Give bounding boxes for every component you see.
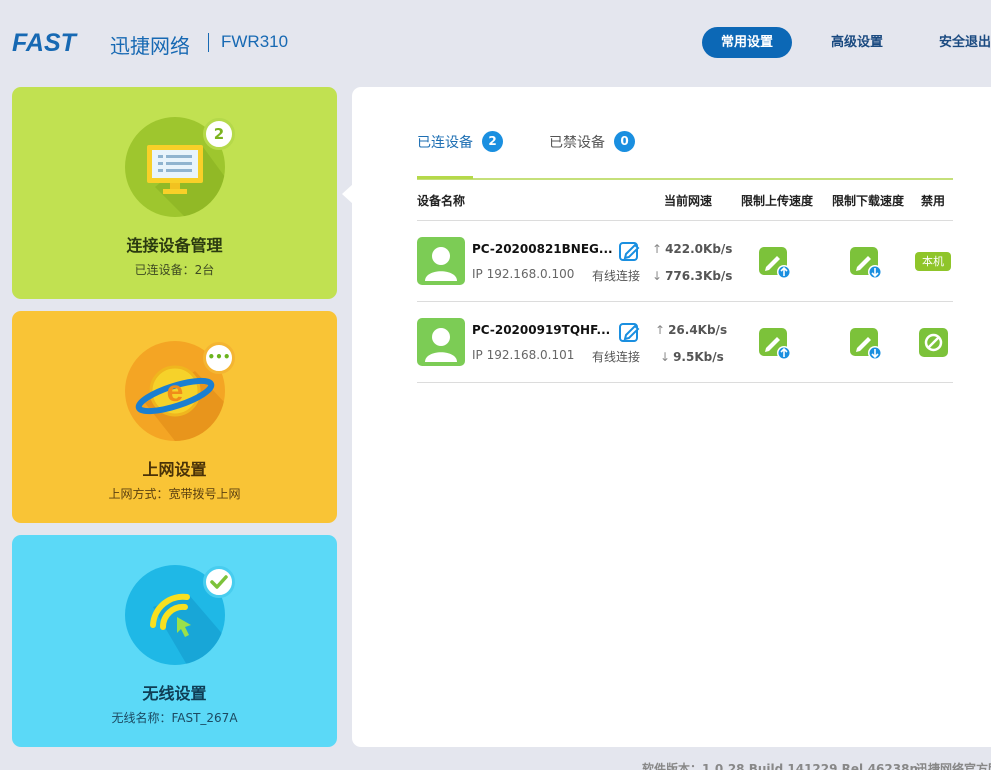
arrow-up-icon: ↑ (655, 323, 666, 337)
internet-settings-card[interactable]: e ••• 上网设置 上网方式：宽带拨号上网 (12, 311, 337, 523)
header-current-speed: 当前网速 (664, 194, 713, 208)
card-subtitle: 上网方式：宽带拨号上网 (108, 487, 241, 501)
connection-type: 有线连接 (592, 350, 641, 364)
nav-common-settings-button[interactable]: 常用设置 (702, 27, 792, 58)
device-name: PC-20200821BNEG... (472, 242, 613, 256)
arrow-up-icon: ↑ (652, 242, 663, 256)
card-subtitle: 无线名称：FAST_267A (111, 711, 238, 725)
download-speed: ↓ 776.3Kb/s (652, 269, 732, 283)
row-divider (417, 301, 953, 302)
card-title: 上网设置 (142, 460, 207, 479)
svg-text:e: e (167, 375, 184, 408)
connection-type: 有线连接 (592, 269, 641, 283)
nav-logout-button[interactable]: 安全退出 (924, 27, 991, 58)
user-avatar-icon (417, 237, 465, 285)
software-version: 软件版本：1.0.28 Build 141229 Rel.46238n (642, 762, 918, 770)
brand-divider (208, 33, 209, 52)
upload-limit-icon[interactable] (759, 328, 791, 360)
download-limit-icon[interactable] (850, 247, 882, 279)
card-title: 连接设备管理 (126, 236, 223, 255)
more-dots-badge: ••• (203, 342, 235, 374)
upload-limit-icon[interactable] (759, 247, 791, 279)
user-avatar-icon (417, 318, 465, 366)
upload-speed-value: 26.4Kb/s (668, 323, 728, 337)
connected-devices-card[interactable]: 2 连接设备管理 已连设备：2台 (12, 87, 337, 299)
download-speed: ↓ 9.5Kb/s (660, 350, 724, 364)
edit-name-icon[interactable] (618, 321, 640, 343)
tab-count-badge: 0 (614, 131, 635, 152)
header-download-limit: 限制下载速度 (832, 194, 905, 208)
tab-rule (417, 178, 953, 180)
table-row: PC-20200919TQHF... IP 192.168.0.101 有线连接… (417, 318, 953, 398)
download-limit-icon[interactable] (850, 328, 882, 360)
device-ip: IP 192.168.0.101 (472, 348, 575, 362)
check-icon (203, 566, 235, 598)
tab-label: 已禁设备 (549, 134, 605, 151)
table-row: PC-20200821BNEG... IP 192.168.0.100 有线连接… (417, 237, 953, 317)
tab-banned-devices[interactable]: 已禁设备 0 (549, 131, 635, 152)
upload-speed: ↑ 422.0Kb/s (652, 242, 732, 256)
header-upload-limit: 限制上传速度 (741, 194, 814, 208)
upload-speed: ↑ 26.4Kb/s (655, 323, 727, 337)
card-subtitle: 已连设备：2台 (134, 263, 215, 277)
card-title: 无线设置 (142, 684, 207, 703)
device-name: PC-20200919TQHF... (472, 323, 611, 337)
tab-active-underline (417, 176, 473, 179)
router-model: FWR310 (221, 32, 289, 51)
edit-name-icon[interactable] (618, 240, 640, 262)
tab-label: 已连设备 (417, 134, 473, 151)
brand-name: 迅捷网络 (110, 34, 190, 58)
wireless-settings-card[interactable]: 无线设置 无线名称：FAST_267A (12, 535, 337, 747)
official-site-link[interactable]: 迅捷网络官方网 (916, 760, 991, 770)
header-device-name: 设备名称 (417, 194, 466, 208)
row-divider (417, 382, 953, 383)
local-device-badge: 本机 (915, 252, 951, 271)
connected-count-badge: 2 (203, 118, 235, 150)
nav-advanced-settings-button[interactable]: 高级设置 (813, 27, 901, 58)
device-panel: 已连设备 2 已禁设备 0 设备名称 当前网速 限制上传速度 限制下载速度 禁用… (352, 87, 991, 747)
fast-logo: FAST (12, 29, 76, 57)
device-ip: IP 192.168.0.100 (472, 267, 575, 281)
upload-speed-value: 422.0Kb/s (665, 242, 733, 256)
download-speed-value: 9.5Kb/s (673, 350, 724, 364)
header: FAST 迅捷网络 FWR310 常用设置 高级设置 安全退出 (0, 0, 991, 86)
download-speed-value: 776.3Kb/s (665, 269, 733, 283)
header-disable: 禁用 (921, 194, 946, 208)
tab-count-badge: 2 (482, 131, 503, 152)
arrow-down-icon: ↓ (660, 350, 671, 364)
ban-device-icon[interactable] (919, 328, 948, 357)
row-divider (417, 220, 953, 221)
tab-connected-devices[interactable]: 已连设备 2 (417, 131, 503, 152)
arrow-down-icon: ↓ (652, 269, 663, 283)
